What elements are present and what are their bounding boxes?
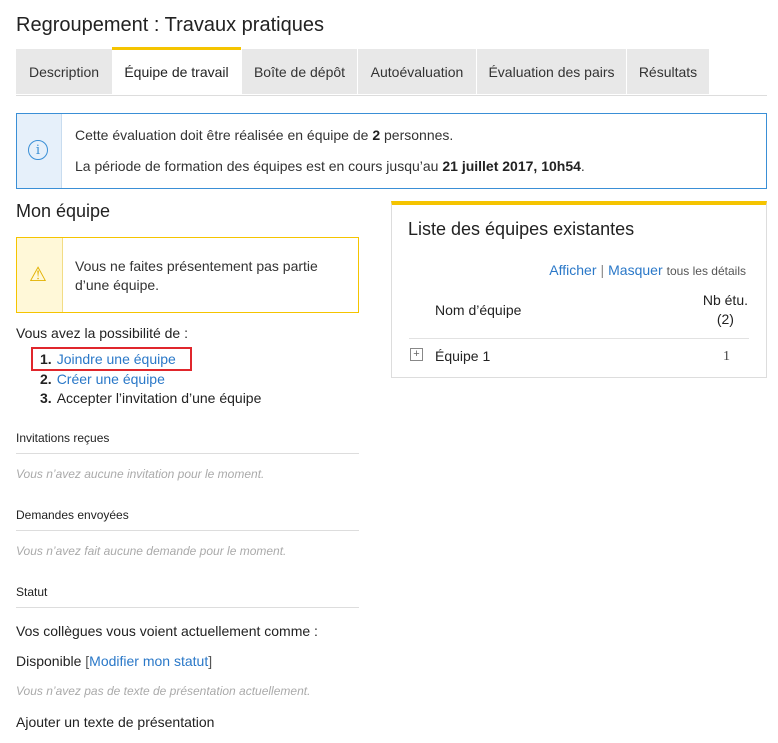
option-number: 2. — [40, 371, 52, 387]
divider — [16, 607, 359, 608]
highlight-box — [31, 347, 192, 371]
presentation-empty: Vous n’avez pas de texte de présentation… — [16, 684, 311, 698]
invitations-title: Invitations reçues — [16, 431, 110, 445]
accept-invitation-text: Accepter l’invitation d’une équipe — [56, 390, 262, 406]
column-header-nb-max: (2) — [716, 311, 734, 327]
team-count: 1 — [723, 349, 730, 364]
option-create-team: 2. Créer une équipe — [40, 371, 165, 387]
page-title: Regroupement : Travaux pratiques — [16, 14, 324, 36]
details-label: tous les détails — [666, 264, 746, 278]
tab-boite-de-depot[interactable]: Boîte de dépôt — [242, 49, 357, 94]
hide-details-link[interactable]: Masquer — [608, 262, 662, 278]
status-value: Disponible — [16, 653, 82, 669]
add-presentation-link[interactable]: Ajouter un texte de présentation — [16, 714, 214, 730]
possibility-label: Vous avez la possibilité de : — [16, 325, 188, 341]
my-team-title: Mon équipe — [16, 201, 111, 221]
team-list-title: Liste des équipes existantes — [408, 219, 635, 239]
info-icon: i — [28, 140, 48, 160]
warning-banner: ⚠ Vous ne faites présentement pas partie… — [16, 237, 359, 313]
tab-bar: Description Équipe de travail Boîte de d… — [16, 47, 767, 96]
tab-autoevaluation[interactable]: Autoévaluation — [358, 49, 476, 94]
column-header-nb-label: Nb étu. — [702, 292, 748, 308]
divider — [16, 530, 359, 531]
info-deadline: La période de formation des équipes est … — [75, 158, 585, 174]
requests-title: Demandes envoyées — [16, 508, 129, 522]
status-intro: Vos collègues vous voient actuellement c… — [16, 623, 318, 639]
requests-empty: Vous n’avez fait aucune demande pour le … — [16, 544, 287, 558]
tab-resultats[interactable]: Résultats — [627, 49, 709, 94]
info-icon-column: i — [17, 114, 62, 188]
toggle-separator: | — [600, 262, 605, 278]
option-accept-invitation: 3. Accepter l’invitation d’une équipe — [40, 390, 261, 406]
tab-description[interactable]: Description — [16, 49, 112, 94]
warning-icon: ⚠ — [29, 264, 47, 286]
column-header-team-name: Nom d’équipe — [435, 302, 522, 318]
status-bracket-close: ] — [208, 653, 213, 669]
info-banner: i Cette évaluation doit être réalisée en… — [16, 113, 767, 189]
info-team-size: Cette évaluation doit être réalisée en é… — [75, 127, 454, 143]
team-list-panel: Liste des équipes existantes Afficher | … — [391, 201, 767, 378]
status-title: Statut — [16, 585, 48, 599]
show-details-link[interactable]: Afficher — [549, 262, 596, 278]
column-header-student-count: Nb étu. (2) — [703, 291, 748, 329]
team-name: Équipe 1 — [435, 348, 491, 364]
details-toggle: Afficher | Masquer tous les détails — [549, 262, 746, 278]
option-number: 3. — [40, 390, 52, 406]
row-divider — [409, 338, 749, 339]
warning-text: Vous ne faites présentement pas partie d… — [75, 258, 318, 293]
invitations-empty: Vous n’avez aucune invitation pour le mo… — [16, 467, 265, 481]
divider — [16, 453, 359, 454]
modify-status-link[interactable]: Modifier mon statut — [89, 653, 208, 669]
tab-equipe-de-travail[interactable]: Équipe de travail — [112, 47, 241, 94]
create-team-link[interactable]: Créer une équipe — [57, 371, 165, 387]
status-line: Disponible [Modifier mon statut] — [16, 653, 212, 669]
tab-evaluation-des-pairs[interactable]: Évaluation des pairs — [477, 49, 626, 94]
warning-icon-column: ⚠ — [17, 238, 63, 312]
plus-square-icon[interactable]: + — [410, 348, 423, 361]
